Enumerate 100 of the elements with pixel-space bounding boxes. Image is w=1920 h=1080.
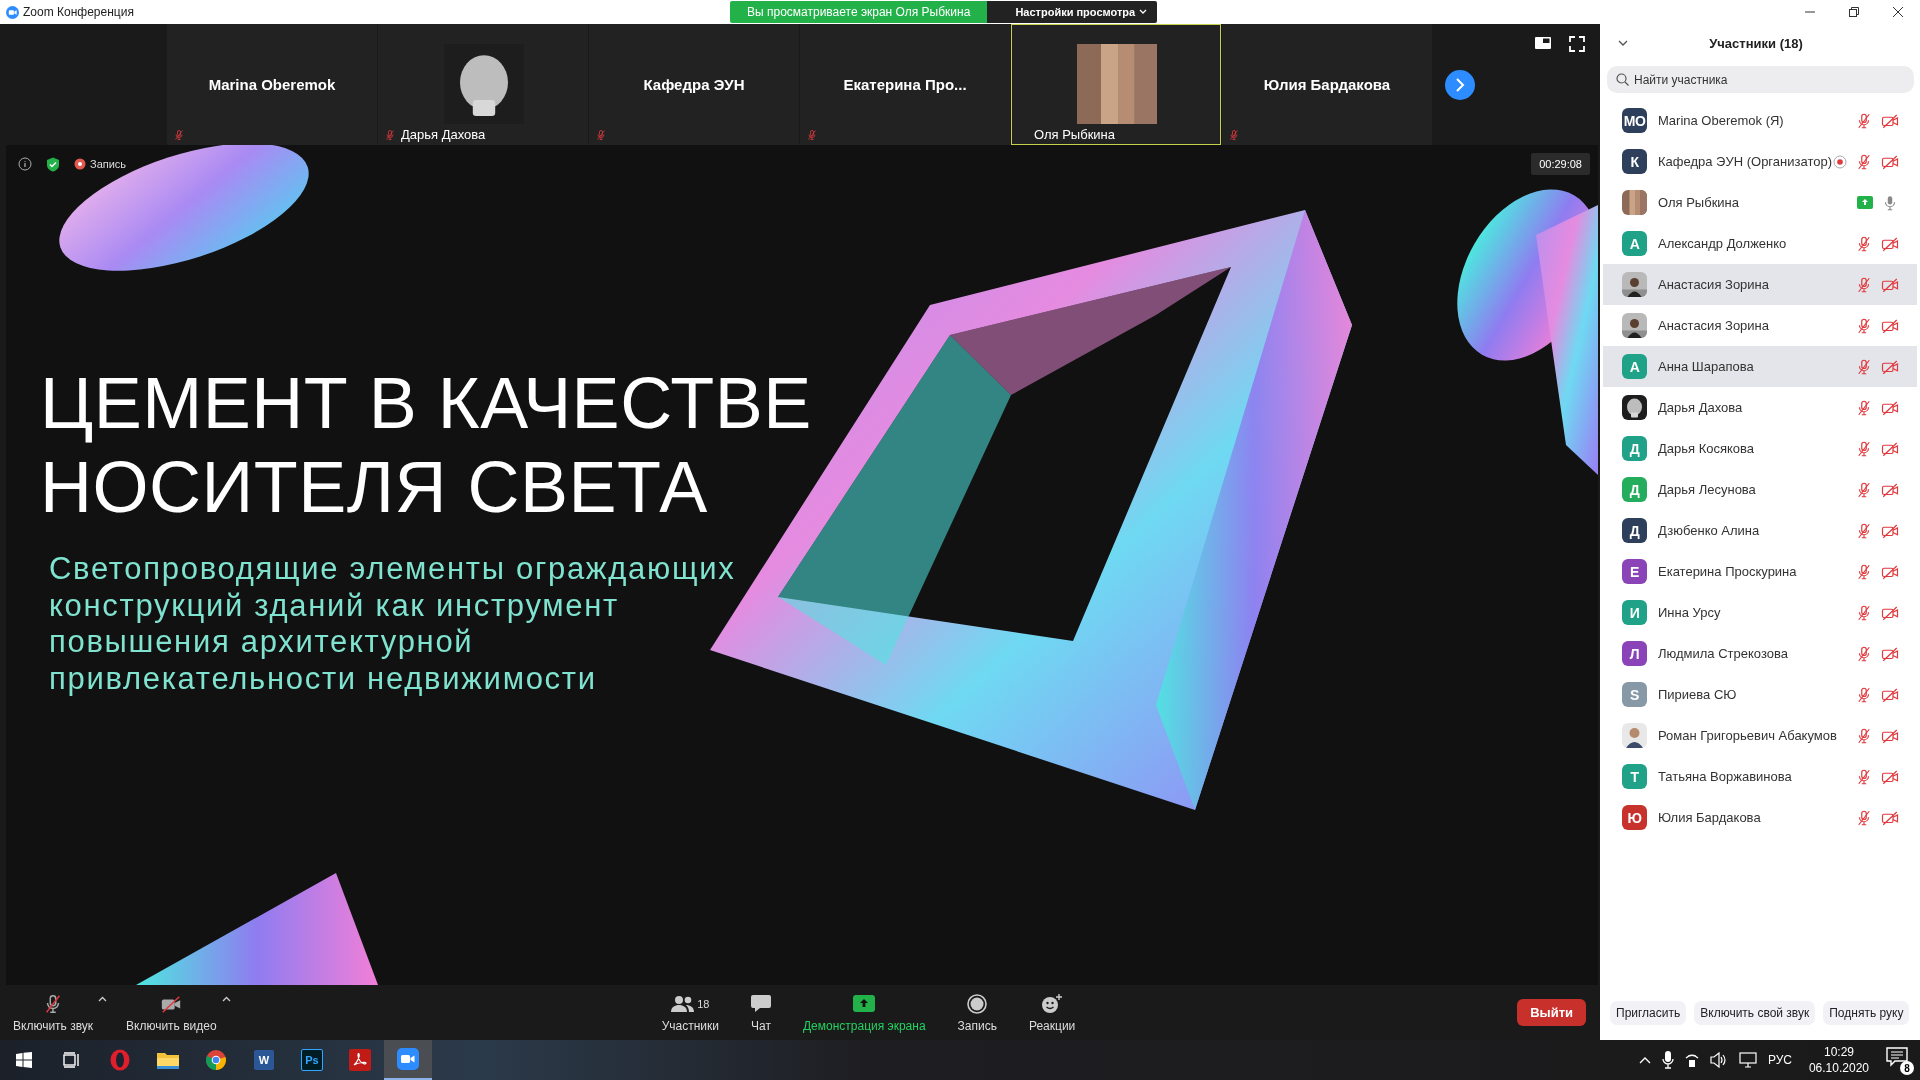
caret-down-icon (1139, 9, 1148, 15)
restore-icon[interactable] (1849, 7, 1859, 17)
participant-row[interactable]: Л Людмила Стрекозова (1603, 633, 1917, 674)
participant-name: Анастасия Зорина (1658, 318, 1770, 333)
input-language[interactable]: РУС (1767, 1053, 1792, 1067)
recording-icon (74, 158, 86, 170)
participant-row[interactable]: Д Дарья Косякова (1603, 428, 1917, 469)
info-icon[interactable] (18, 157, 32, 171)
avatar: Е (1622, 559, 1647, 584)
participant-row[interactable]: Д Дарья Лесунова (1603, 469, 1917, 510)
leave-button[interactable]: Выйти (1517, 999, 1586, 1026)
slide-subtitle-line: повышения архитектурной (49, 624, 474, 661)
unmute-button[interactable]: Включить звук (8, 987, 99, 1038)
participant-row[interactable]: Д Дзюбенко Алина (1603, 510, 1917, 551)
avatar: Д (1622, 436, 1647, 461)
avatar: Л (1622, 641, 1647, 666)
participant-row[interactable]: Анастасия Зорина (1603, 305, 1917, 346)
participant-name: Дарья Дахова (401, 127, 486, 142)
speaker-icon[interactable] (1709, 1052, 1728, 1068)
view-options-button[interactable]: Настройки просмотра (987, 1, 1158, 23)
chat-icon (750, 994, 771, 1013)
shield-icon[interactable] (46, 156, 60, 172)
participant-name: Екатерина Проскурина (1658, 564, 1798, 579)
people-icon (671, 994, 696, 1013)
invite-button[interactable]: Пригласить (1610, 1001, 1687, 1025)
share-screen-button[interactable]: Демонстрация экрана (797, 987, 931, 1038)
participant-row[interactable]: MO Marina Oberemok (Я) (1603, 100, 1917, 141)
chevron-up-icon[interactable] (1638, 1056, 1651, 1064)
video-tile[interactable]: Екатерина Про... (800, 24, 1010, 145)
reactions-button[interactable]: Реакции (1023, 987, 1081, 1038)
gallery-view-icon[interactable] (1535, 36, 1551, 50)
notification-count: 8 (1900, 1061, 1914, 1075)
participant-row[interactable]: Оля Рыбкина (1603, 182, 1917, 223)
meeting-timer: 00:29:08 (1531, 153, 1590, 175)
participant-row[interactable]: А Александр Долженко (1603, 223, 1917, 264)
network-icon[interactable] (1684, 1052, 1699, 1068)
avatar: Ю (1622, 805, 1647, 830)
caret-up-icon[interactable] (98, 995, 108, 1002)
record-button[interactable]: Запись (952, 987, 1002, 1038)
slide-title-line: НОСИТЕЛЯ СВЕТА (40, 446, 708, 529)
avatar: К (1622, 149, 1647, 174)
participant-name: Инна Урсу (1658, 605, 1722, 620)
participant-row[interactable]: Т Татьяна Воржавинова (1603, 756, 1917, 797)
slide-title-line: ЦЕМЕНТ В КАЧЕСТВЕ (40, 362, 812, 445)
raise-hand-button[interactable]: Поднять руку (1823, 1001, 1910, 1025)
share-banner: Вы просматриваете экран Оля Рыбкина (730, 1, 988, 23)
clock-time[interactable]: 10:29 (1823, 1044, 1854, 1060)
participant-row[interactable]: Анастасия Зорина (1603, 264, 1917, 305)
video-tile[interactable]: Дарья Дахова (378, 24, 588, 145)
participant-row[interactable]: Ю Юлия Бардакова (1603, 797, 1917, 838)
participant-name: Дарья Дахова (1658, 400, 1744, 415)
next-page-button[interactable] (1445, 69, 1475, 100)
participant-row[interactable]: Е Екатерина Проскурина (1603, 551, 1917, 592)
participant-name: Дзюбенко Алина (1658, 523, 1761, 538)
video-tile[interactable]: Marina Oberemok (167, 24, 377, 145)
avatar: И (1622, 600, 1647, 625)
participant-row[interactable]: Дарья Дахова (1603, 387, 1917, 428)
video-tile[interactable]: Кафедра ЭУН (589, 24, 799, 145)
record-icon (967, 993, 988, 1014)
avatar: А (1622, 354, 1647, 379)
fullscreen-icon[interactable] (1569, 36, 1585, 52)
participant-name: Оля Рыбкина (1034, 127, 1116, 142)
slide-subtitle-line: Светопроводящие элементы ограждающих (49, 551, 736, 588)
participant-name: Анна Шарапова (1658, 359, 1755, 374)
recording-label: Запись (90, 158, 127, 170)
participant-row[interactable]: И Инна Урсу (1603, 592, 1917, 633)
avatar: Д (1622, 477, 1647, 502)
video-tile[interactable]: Юлия Бардакова (1222, 24, 1432, 145)
monitor-icon[interactable] (1738, 1052, 1757, 1068)
window-title: Zoom Конференция (23, 5, 134, 19)
participant-name: Кафедра ЭУН (643, 76, 745, 93)
participant-name: Татьяна Воржавинова (1658, 769, 1793, 784)
participant-row[interactable]: К Кафедра ЭУН (Организатор) (1603, 141, 1917, 182)
slide-subtitle-line: привлекательности недвижимости (49, 660, 597, 697)
participant-count: 18 (697, 997, 710, 1010)
participant-name: Юлия Бардакова (1263, 76, 1391, 93)
search-field[interactable]: Найти участника (1607, 66, 1914, 93)
participant-row[interactable]: Роман Григорьевич Абакумов (1603, 715, 1917, 756)
participant-name: Анастасия Зорина (1658, 277, 1770, 292)
participant-name: Юлия Бардакова (1658, 810, 1762, 825)
participant-name: Роман Григорьевич Абакумов (1658, 728, 1838, 743)
clock-date[interactable]: 06.10.2020 (1808, 1060, 1869, 1076)
avatar: MO (1622, 108, 1647, 133)
close-icon[interactable] (1893, 7, 1903, 17)
zoom-icon[interactable] (384, 1040, 432, 1080)
caret-up-icon[interactable] (221, 995, 231, 1002)
video-tile[interactable]: Оля Рыбкина (1011, 24, 1221, 145)
participants-button[interactable]: 18 Участники (656, 987, 724, 1038)
participant-name: Екатерина Про... (843, 76, 967, 93)
avatar: S (1622, 682, 1647, 707)
participant-name: Кафедра ЭУН (Организатор) (1658, 154, 1833, 169)
unmute-self-button[interactable]: Включить свой звук (1694, 1001, 1816, 1025)
chat-button[interactable]: Чат (745, 987, 776, 1038)
participant-name: Пириева СЮ (1658, 687, 1738, 702)
search-icon (1616, 73, 1629, 86)
microphone-icon[interactable] (1661, 1051, 1674, 1069)
collapse-icon[interactable] (1618, 39, 1628, 47)
start-video-button[interactable]: Включить видео (121, 987, 222, 1038)
participant-row[interactable]: А Анна Шарапова (1603, 346, 1917, 387)
participant-row[interactable]: S Пириева СЮ (1603, 674, 1917, 715)
